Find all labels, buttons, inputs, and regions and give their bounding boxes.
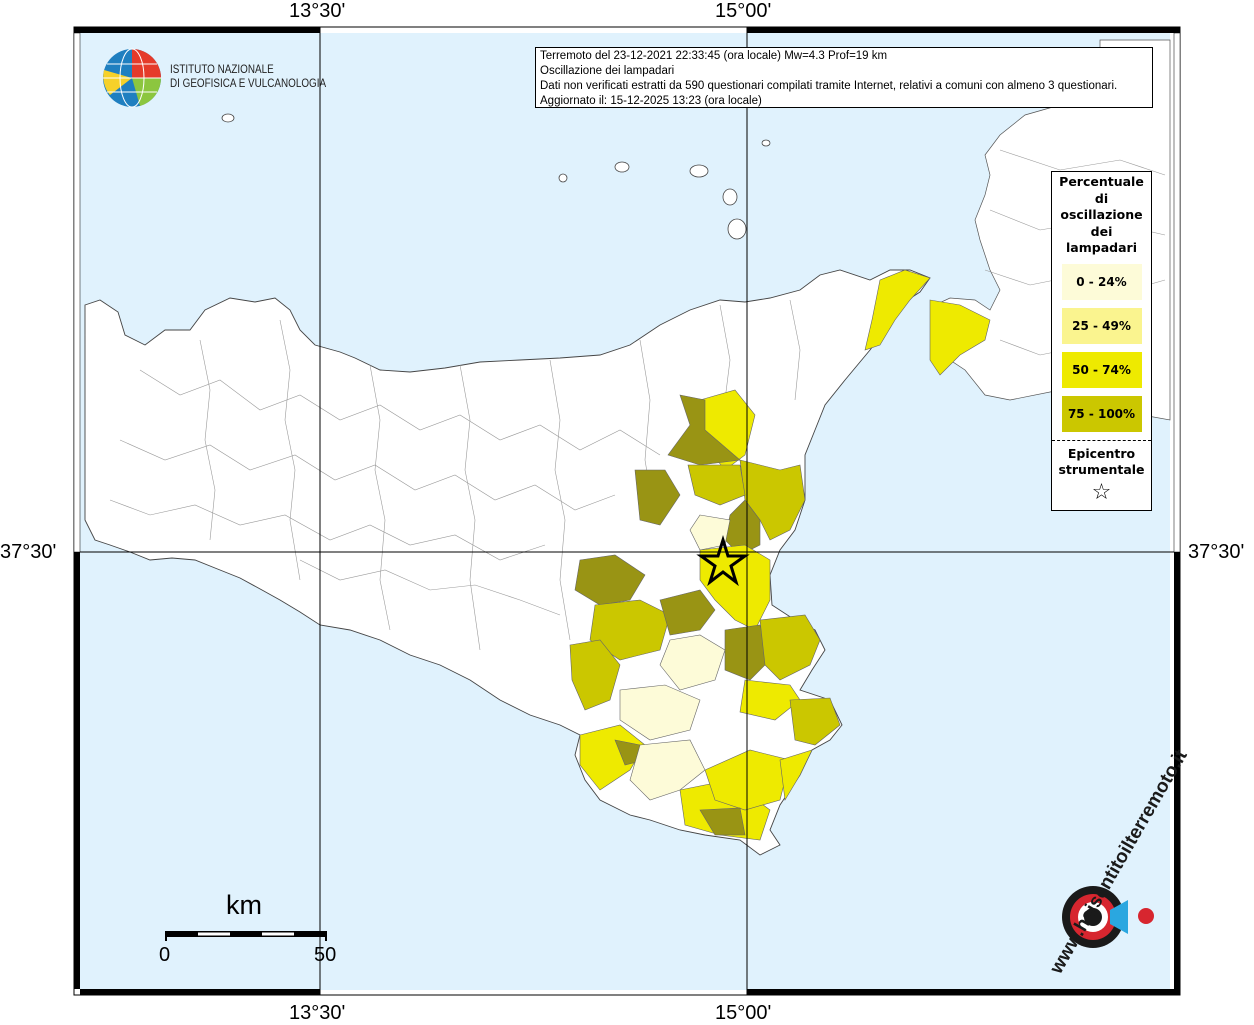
legend-title-line: oscillazione	[1060, 207, 1143, 222]
legend-title: Percentuale di oscillazione dei lampadar…	[1052, 174, 1151, 257]
legend-item-0-24: 0 - 24%	[1061, 263, 1142, 300]
map-subject: Oscillazione dei lampadari	[540, 65, 675, 77]
lon-label-bottom-1330: 13°30'	[289, 1002, 346, 1024]
lon-label-bottom-1500: 15°00'	[715, 1002, 772, 1024]
ingv-line-1: ISTITUTO NAZIONALE	[170, 64, 274, 76]
intensity-map: www.haisentitoilterremoto.it	[73, 26, 1192, 996]
ingv-logo-text: ISTITUTO NAZIONALE DI GEOFISICA E VULCAN…	[170, 63, 326, 91]
legend-item-25-49: 25 - 49%	[1061, 307, 1142, 344]
legend-separator	[1052, 439, 1151, 441]
legend-item-50-74: 50 - 74%	[1061, 351, 1142, 388]
lon-label-top-1330: 13°30'	[289, 0, 346, 22]
legend-title-line: lampadari	[1066, 240, 1137, 255]
event-title: Terremoto del 23-12-2021 22:33:45 (ora l…	[540, 50, 888, 62]
legend-title-line: dei	[1090, 223, 1113, 239]
lat-label-right: 37°30'	[1188, 541, 1245, 563]
lon-label-top-1500: 15°00'	[715, 0, 772, 22]
legend-star-icon: ☆	[1091, 479, 1112, 505]
legend-title-line: Percentuale	[1059, 174, 1144, 189]
scale-start: 0	[159, 944, 171, 966]
data-note: Dati non verificati estratti da 590 ques…	[540, 80, 1118, 92]
legend-item-75-100: 75 - 100%	[1061, 395, 1142, 432]
update-timestamp: Aggiornato il: 15-12-2025 13:23 (ora loc…	[540, 95, 762, 107]
legend-epicenter-label: Epicentro strumentale	[1052, 446, 1151, 478]
ingv-globe-icon	[103, 48, 162, 108]
scale-unit: km	[226, 890, 262, 920]
legend-epicenter-line: Epicentro	[1067, 445, 1136, 461]
legend: Percentuale di oscillazione dei lampadar…	[1051, 171, 1152, 511]
legend-epicenter-line: strumentale	[1058, 461, 1145, 477]
scale-end: 50	[314, 944, 337, 966]
legend-title-line: di	[1094, 190, 1109, 206]
ingv-line-2: DI GEOFISICA E VULCANOLOGIA	[170, 78, 327, 90]
lat-label-left: 37°30'	[0, 541, 57, 563]
event-info-box: Terremoto del 23-12-2021 22:33:45 (ora l…	[535, 47, 1153, 108]
